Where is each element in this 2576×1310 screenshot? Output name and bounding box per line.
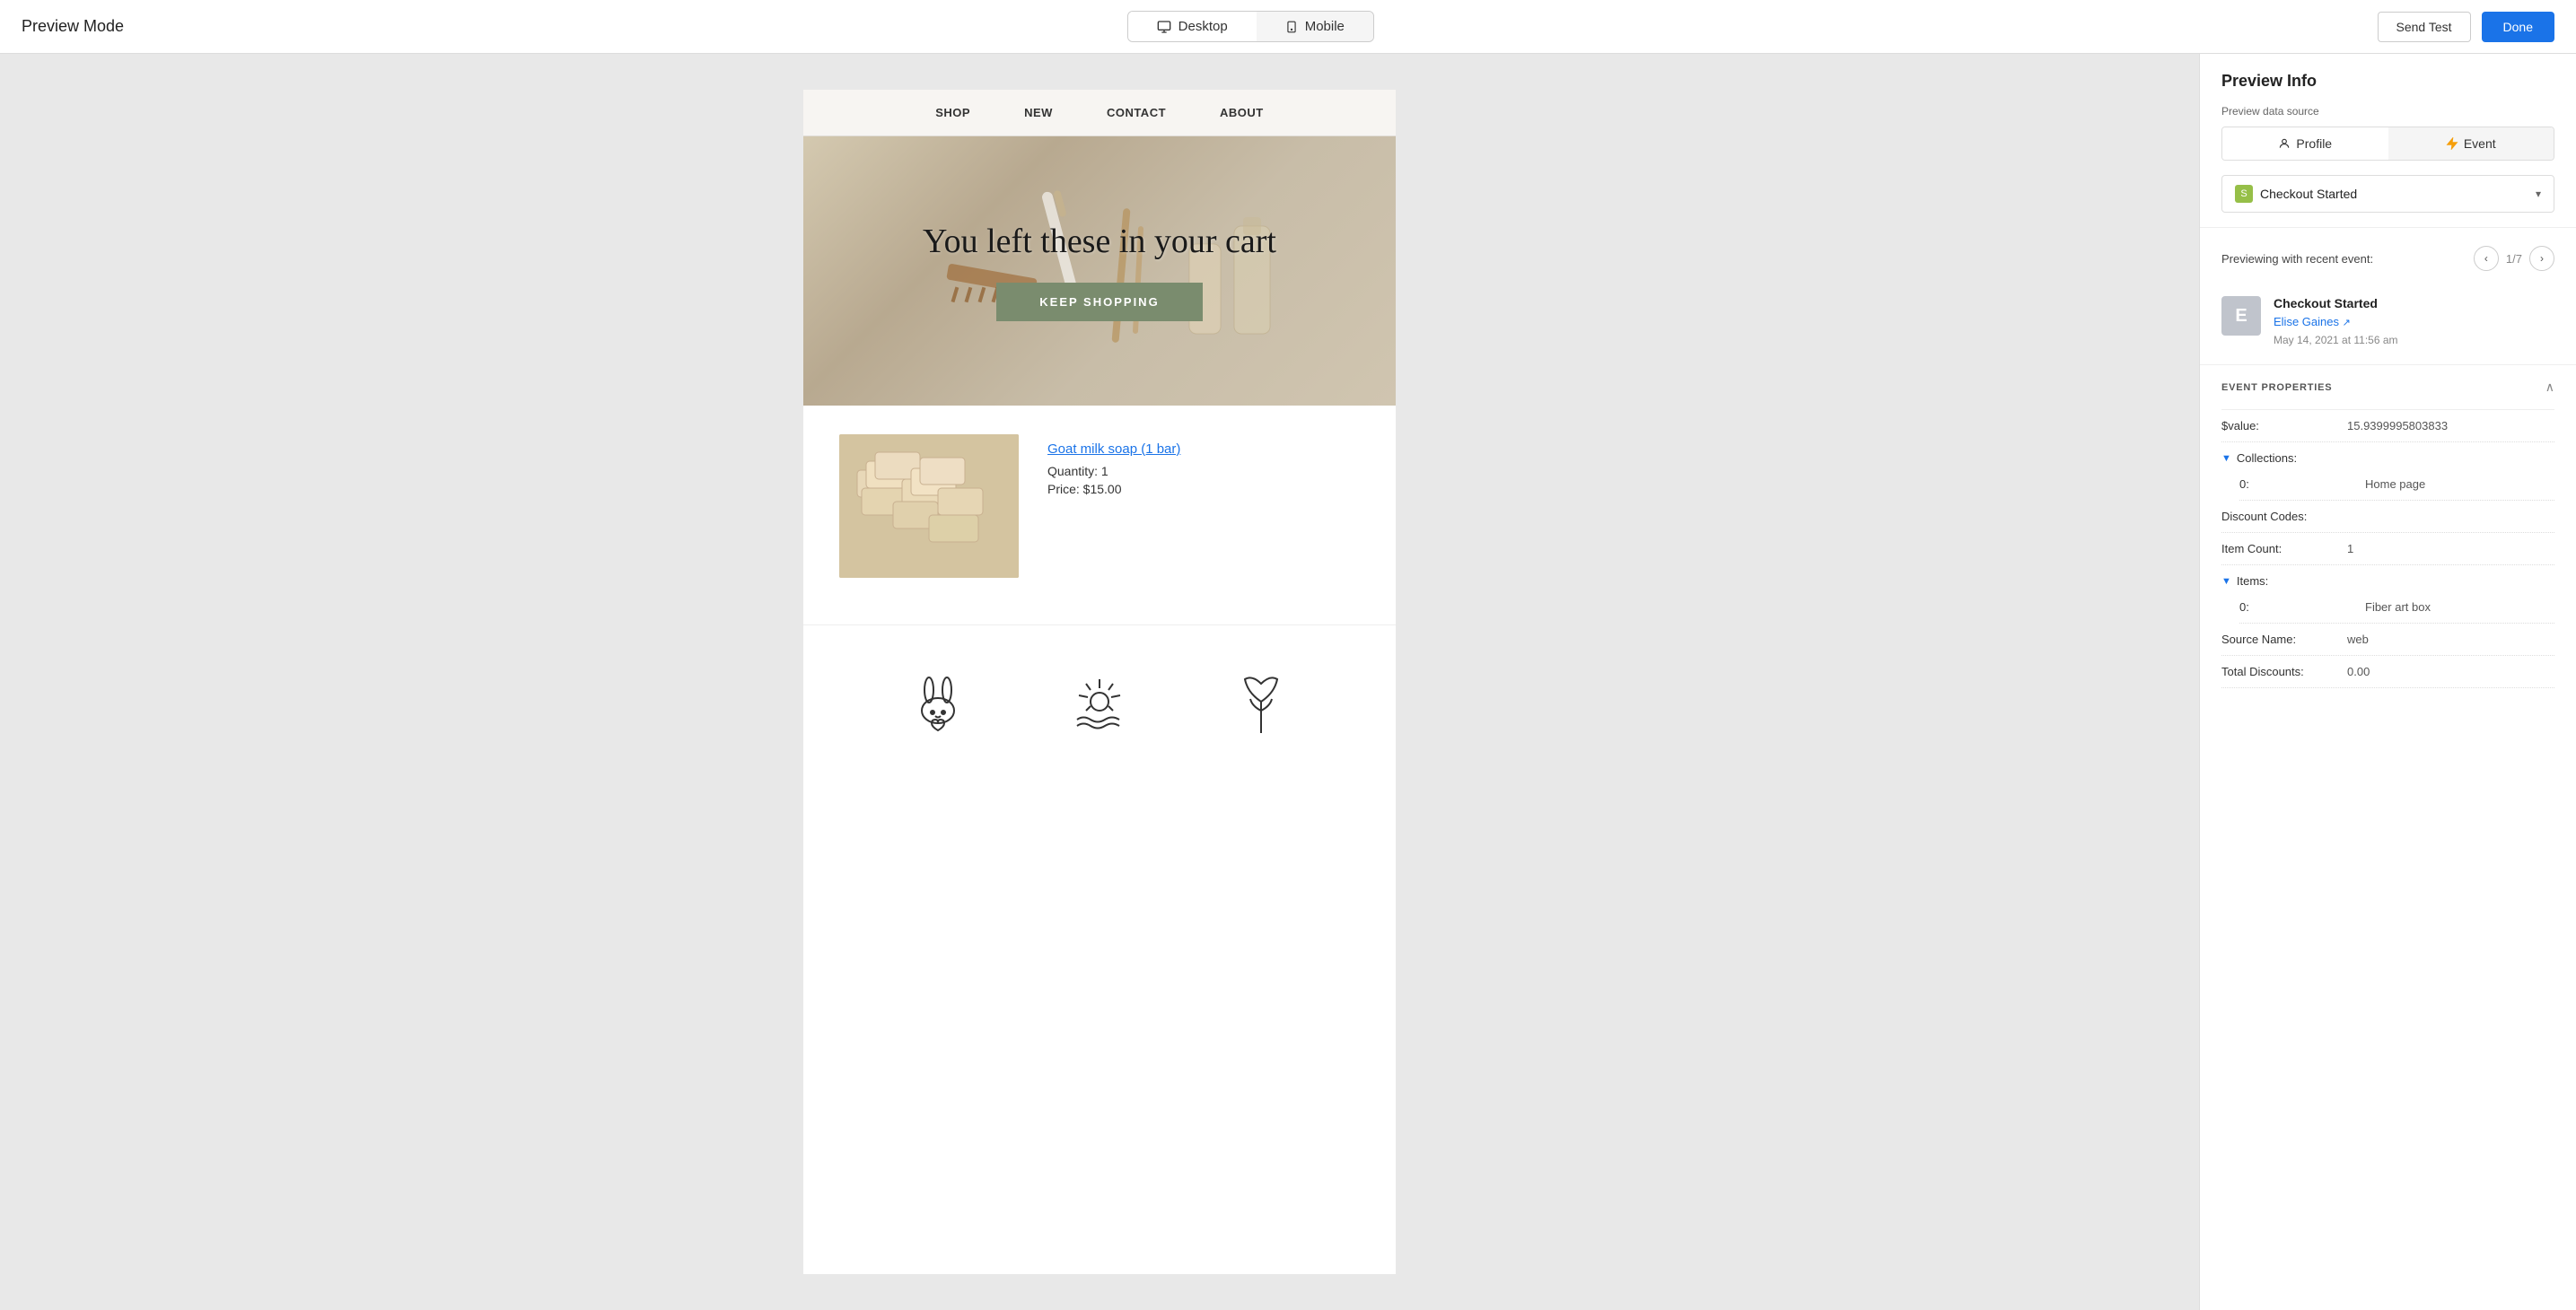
collections-arrow-icon: ▼ (2221, 453, 2231, 464)
dropdown-chevron-icon: ▾ (2536, 188, 2541, 200)
mobile-icon (1285, 20, 1298, 34)
item-0-key: 0: (2239, 600, 2365, 614)
panel-header: Preview Info Preview data source Profile… (2200, 54, 2576, 228)
data-source-label: Preview data source (2221, 105, 2554, 118)
footer-icon-bunny (902, 661, 974, 733)
page-nav-row: ‹ 1/7 › (2474, 246, 2554, 271)
previewing-label: Previewing with recent event: (2221, 252, 2373, 266)
send-test-button[interactable]: Send Test (2378, 12, 2471, 42)
item-count-row: Item Count: 1 (2221, 533, 2554, 565)
right-panel: Preview Info Preview data source Profile… (2199, 54, 2576, 1310)
done-button[interactable]: Done (2482, 12, 2554, 42)
top-actions: Send Test Done (2378, 12, 2554, 42)
total-discounts-row: Total Discounts: 0.00 (2221, 656, 2554, 688)
shopify-icon: S (2235, 185, 2253, 203)
next-page-button[interactable]: › (2529, 246, 2554, 271)
product-quantity: Quantity: 1 (1047, 464, 1360, 478)
page-counter: 1/7 (2506, 252, 2522, 266)
panel-title: Preview Info (2221, 72, 2554, 91)
top-bar: Preview Mode Desktop Mobile Send Test Do… (0, 0, 2576, 54)
event-icon (2446, 137, 2458, 150)
collections-toggle[interactable]: ▼ Collections: (2221, 442, 2554, 468)
product-image-svg (839, 434, 1019, 578)
items-section: ▼ Items: 0: Fiber art box (2221, 565, 2554, 624)
avatar: E (2221, 296, 2261, 336)
collections-section: ▼ Collections: 0: Home page (2221, 442, 2554, 501)
hero-title: You left these in your cart (923, 222, 1276, 261)
nav-contact: CONTACT (1107, 106, 1166, 119)
desktop-toggle[interactable]: Desktop (1128, 12, 1257, 41)
product-link[interactable]: Goat milk soap (1 bar) (1047, 441, 1360, 457)
source-name-key: Source Name: (2221, 633, 2347, 646)
discount-codes-key: Discount Codes: (2221, 510, 2347, 523)
data-source-toggle: Profile Event (2221, 127, 2554, 161)
items-list: 0: Fiber art box (2221, 591, 2554, 624)
event-properties-section: EVENT PROPERTIES ∧ $value: 15.9399995803… (2200, 365, 2576, 706)
email-nav: SHOP NEW CONTACT ABOUT (803, 90, 1396, 136)
event-toggle-button[interactable]: Event (2388, 127, 2554, 160)
collapse-icon[interactable]: ∧ (2545, 380, 2554, 395)
collection-item-0-val: Home page (2365, 477, 2554, 491)
prop-value-key: $value: (2221, 419, 2347, 432)
item-count-key: Item Count: (2221, 542, 2347, 555)
preview-section: Previewing with recent event: ‹ 1/7 › E … (2200, 228, 2576, 365)
prev-page-button[interactable]: ‹ (2474, 246, 2499, 271)
event-card: E Checkout Started Elise Gaines May 14, … (2221, 296, 2554, 346)
collection-item-0: 0: Home page (2239, 468, 2554, 501)
hero-content: You left these in your cart KEEP SHOPPIN… (923, 222, 1276, 321)
footer-icon-sun (1064, 661, 1135, 733)
tulip-icon (1225, 661, 1297, 733)
event-name-label: Checkout Started (2260, 187, 2357, 201)
total-discounts-val: 0.00 (2347, 665, 2554, 678)
preview-mode-label: Preview Mode (22, 17, 124, 36)
source-name-val: web (2347, 633, 2554, 646)
profile-icon (2278, 137, 2291, 150)
keep-shopping-button[interactable]: KEEP SHOPPING (996, 283, 1202, 321)
footer-icon-tulip (1225, 661, 1297, 733)
footer-icons (803, 624, 1396, 751)
items-toggle[interactable]: ▼ Items: (2221, 565, 2554, 591)
product-image (839, 434, 1019, 578)
total-discounts-key: Total Discounts: (2221, 665, 2347, 678)
desktop-icon (1157, 20, 1171, 34)
collections-items: 0: Home page (2221, 468, 2554, 501)
items-arrow-icon: ▼ (2221, 576, 2231, 587)
event-dropdown[interactable]: S Checkout Started ▾ (2221, 175, 2554, 213)
event-props-header: EVENT PROPERTIES ∧ (2221, 365, 2554, 410)
prop-value-val: 15.9399995803833 (2347, 419, 2554, 432)
item-0: 0: Fiber art box (2239, 591, 2554, 624)
product-info: Goat milk soap (1 bar) Quantity: 1 Price… (1047, 434, 1360, 500)
sun-icon (1064, 661, 1135, 733)
nav-about: ABOUT (1220, 106, 1264, 119)
nav-new: NEW (1024, 106, 1053, 119)
product-price: Price: $15.00 (1047, 482, 1360, 496)
event-card-info: Checkout Started Elise Gaines May 14, 20… (2274, 296, 2554, 346)
nav-shop: SHOP (935, 106, 970, 119)
item-count-val: 1 (2347, 542, 2554, 555)
event-props-title: EVENT PROPERTIES (2221, 382, 2332, 393)
profile-toggle-button[interactable]: Profile (2222, 127, 2388, 160)
collection-item-0-key: 0: (2239, 477, 2365, 491)
source-name-row: Source Name: web (2221, 624, 2554, 656)
person-name-link[interactable]: Elise Gaines (2274, 315, 2351, 328)
event-dropdown-left: S Checkout Started (2235, 185, 2357, 203)
email-container: SHOP NEW CONTACT ABOUT (803, 90, 1396, 1274)
event-date: May 14, 2021 at 11:56 am (2274, 334, 2554, 346)
mobile-toggle[interactable]: Mobile (1257, 12, 1373, 41)
view-toggle-group: Desktop Mobile (1127, 11, 1374, 42)
item-0-val: Fiber art box (2365, 600, 2554, 614)
bunny-icon (902, 661, 974, 733)
event-card-title: Checkout Started (2274, 296, 2554, 310)
email-preview-area: SHOP NEW CONTACT ABOUT (0, 54, 2199, 1310)
hero-section: You left these in your cart KEEP SHOPPIN… (803, 136, 1396, 406)
discount-codes-row: Discount Codes: (2221, 501, 2554, 533)
main-layout: SHOP NEW CONTACT ABOUT (0, 54, 2576, 1310)
product-section: Goat milk soap (1 bar) Quantity: 1 Price… (803, 406, 1396, 607)
prop-value-row: $value: 15.9399995803833 (2221, 410, 2554, 442)
